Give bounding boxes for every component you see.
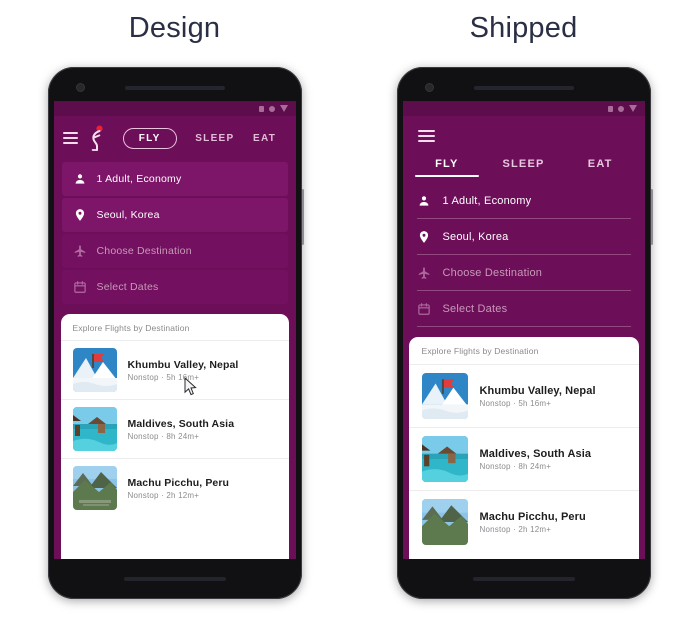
machu-picchu-photo	[72, 466, 117, 510]
shipped-screen: FLY SLEEP EAT 1 Adult, Economy Seoul, Ko…	[402, 101, 645, 559]
design-phone-frame: FLY SLEEP EAT 1 Adult, Economy Seoul, Ko…	[47, 67, 304, 599]
results-sheet: Explore Flights by Destination Khumbu Va…	[408, 337, 639, 559]
list-item-detail: Nonstop · 5h 16m+	[127, 372, 200, 382]
list-item[interactable]: Machu Picchu, Peru Nonstop · 2h 12m+	[60, 458, 289, 517]
field-origin[interactable]: Seoul, Korea	[416, 219, 631, 255]
sim-card-icon	[607, 105, 613, 112]
tab-eat[interactable]: EAT	[562, 158, 639, 177]
field-dates[interactable]: Select Dates	[61, 270, 288, 304]
list-item-detail: Nonstop · 8h 24m+	[127, 431, 200, 441]
shipped-phone-frame: FLY SLEEP EAT 1 Adult, Economy Seoul, Ko…	[396, 67, 653, 599]
results-title: Explore Flights by Destination	[72, 323, 190, 333]
calendar-icon	[417, 302, 430, 315]
earpiece-speaker	[124, 86, 225, 90]
bottom-speaker-grille	[472, 577, 575, 581]
list-item[interactable]: Maldives, South Asia Nonstop · 8h 24m+	[60, 399, 289, 458]
flamingo-brand-logo-icon	[91, 125, 103, 151]
field-passengers-value: 1 Adult, Economy	[96, 173, 182, 185]
list-item-title: Maldives, South Asia	[127, 417, 235, 430]
snow-mountain-photo	[421, 373, 468, 419]
results-sheet: Explore Flights by Destination Khumbu Va…	[60, 314, 289, 559]
field-dates-placeholder: Select Dates	[442, 302, 508, 315]
battery-triangle-icon	[279, 105, 288, 112]
column-heading-shipped: Shipped	[349, 8, 698, 48]
sim-card-icon	[258, 105, 264, 112]
location-pin-icon	[75, 209, 84, 221]
field-origin-value: Seoul, Korea	[96, 209, 160, 221]
list-item-detail: Nonstop · 2h 12m+	[127, 490, 200, 500]
list-item-detail: Nonstop · 2h 12m+	[479, 524, 552, 534]
tab-sleep[interactable]: SLEEP	[195, 133, 234, 144]
list-item-detail: Nonstop · 5h 16m+	[479, 398, 552, 408]
tab-bar: FLY SLEEP EAT	[114, 127, 286, 149]
tropical-lagoon-photo	[421, 436, 468, 482]
list-item-title: Khumbu Valley, Nepal	[479, 384, 596, 397]
design-screen: FLY SLEEP EAT 1 Adult, Economy Seoul, Ko…	[53, 101, 296, 559]
field-passengers[interactable]: 1 Adult, Economy	[61, 162, 288, 196]
location-pin-icon	[419, 230, 428, 243]
status-bar	[53, 101, 296, 116]
wifi-dot-icon	[268, 105, 275, 112]
column-heading-design: Design	[0, 8, 349, 48]
battery-triangle-icon	[628, 105, 637, 112]
list-item-title: Machu Picchu, Peru	[127, 476, 230, 489]
design-phone-column: FLY SLEEP EAT 1 Adult, Economy Seoul, Ko…	[0, 67, 349, 599]
field-origin[interactable]: Seoul, Korea	[61, 198, 288, 232]
airplane-icon	[74, 245, 85, 257]
search-form: 1 Adult, Economy Seoul, Korea Choose Des…	[403, 177, 645, 327]
search-form: 1 Adult, Economy Seoul, Korea Choose Des…	[54, 162, 296, 306]
tab-fly[interactable]: FLY	[409, 158, 486, 177]
person-icon	[75, 174, 84, 184]
calendar-icon	[73, 281, 86, 293]
machu-picchu-photo	[421, 499, 468, 545]
list-item-title: Maldives, South Asia	[479, 447, 592, 460]
hamburger-menu-icon[interactable]	[62, 132, 78, 144]
design-heading: Design	[128, 12, 221, 44]
hamburger-menu-icon[interactable]	[417, 130, 435, 142]
snow-mountain-photo	[72, 348, 117, 392]
field-destination[interactable]: Choose Destination	[416, 255, 631, 291]
tab-sleep[interactable]: SLEEP	[485, 158, 562, 177]
field-destination[interactable]: Choose Destination	[61, 234, 288, 268]
app-bar: FLY SLEEP EAT	[54, 116, 296, 162]
earpiece-speaker	[473, 86, 574, 90]
list-item-title: Machu Picchu, Peru	[479, 510, 586, 523]
wifi-dot-icon	[617, 105, 624, 112]
tab-bar: FLY SLEEP EAT	[403, 158, 645, 177]
front-camera-icon	[75, 83, 85, 92]
list-item-title: Khumbu Valley, Nepal	[127, 358, 239, 371]
phone-mockups: FLY SLEEP EAT 1 Adult, Economy Seoul, Ko…	[0, 67, 698, 599]
field-destination-placeholder: Choose Destination	[96, 245, 192, 257]
tab-fly[interactable]: FLY	[122, 127, 177, 149]
list-item[interactable]: Khumbu Valley, Nepal Nonstop · 5h 16m+	[60, 340, 289, 399]
tab-eat[interactable]: EAT	[253, 133, 276, 144]
field-passengers-value: 1 Adult, Economy	[442, 194, 532, 207]
field-origin-value: Seoul, Korea	[442, 230, 509, 243]
airplane-icon	[418, 266, 429, 279]
field-dates[interactable]: Select Dates	[416, 291, 631, 327]
field-destination-placeholder: Choose Destination	[442, 266, 543, 279]
list-item[interactable]: Khumbu Valley, Nepal Nonstop · 5h 16m+	[408, 364, 639, 427]
list-item-detail: Nonstop · 8h 24m+	[479, 461, 552, 471]
person-icon	[419, 195, 428, 206]
field-passengers[interactable]: 1 Adult, Economy	[416, 183, 631, 219]
shipped-phone-column: FLY SLEEP EAT 1 Adult, Economy Seoul, Ko…	[349, 67, 698, 599]
field-dates-placeholder: Select Dates	[96, 281, 159, 293]
power-button[interactable]	[649, 189, 653, 245]
results-title: Explore Flights by Destination	[421, 346, 539, 356]
bottom-speaker-grille	[123, 577, 226, 581]
list-item[interactable]: Machu Picchu, Peru Nonstop · 2h 12m+	[408, 490, 639, 553]
front-camera-icon	[424, 83, 434, 92]
shipped-heading: Shipped	[469, 12, 578, 44]
list-item[interactable]: Maldives, South Asia Nonstop · 8h 24m+	[408, 427, 639, 490]
tropical-lagoon-photo	[72, 407, 117, 451]
status-bar	[402, 101, 645, 116]
app-bar: FLY SLEEP EAT	[403, 116, 645, 177]
power-button[interactable]	[300, 189, 304, 245]
column-headings: Design Shipped	[0, 0, 698, 48]
